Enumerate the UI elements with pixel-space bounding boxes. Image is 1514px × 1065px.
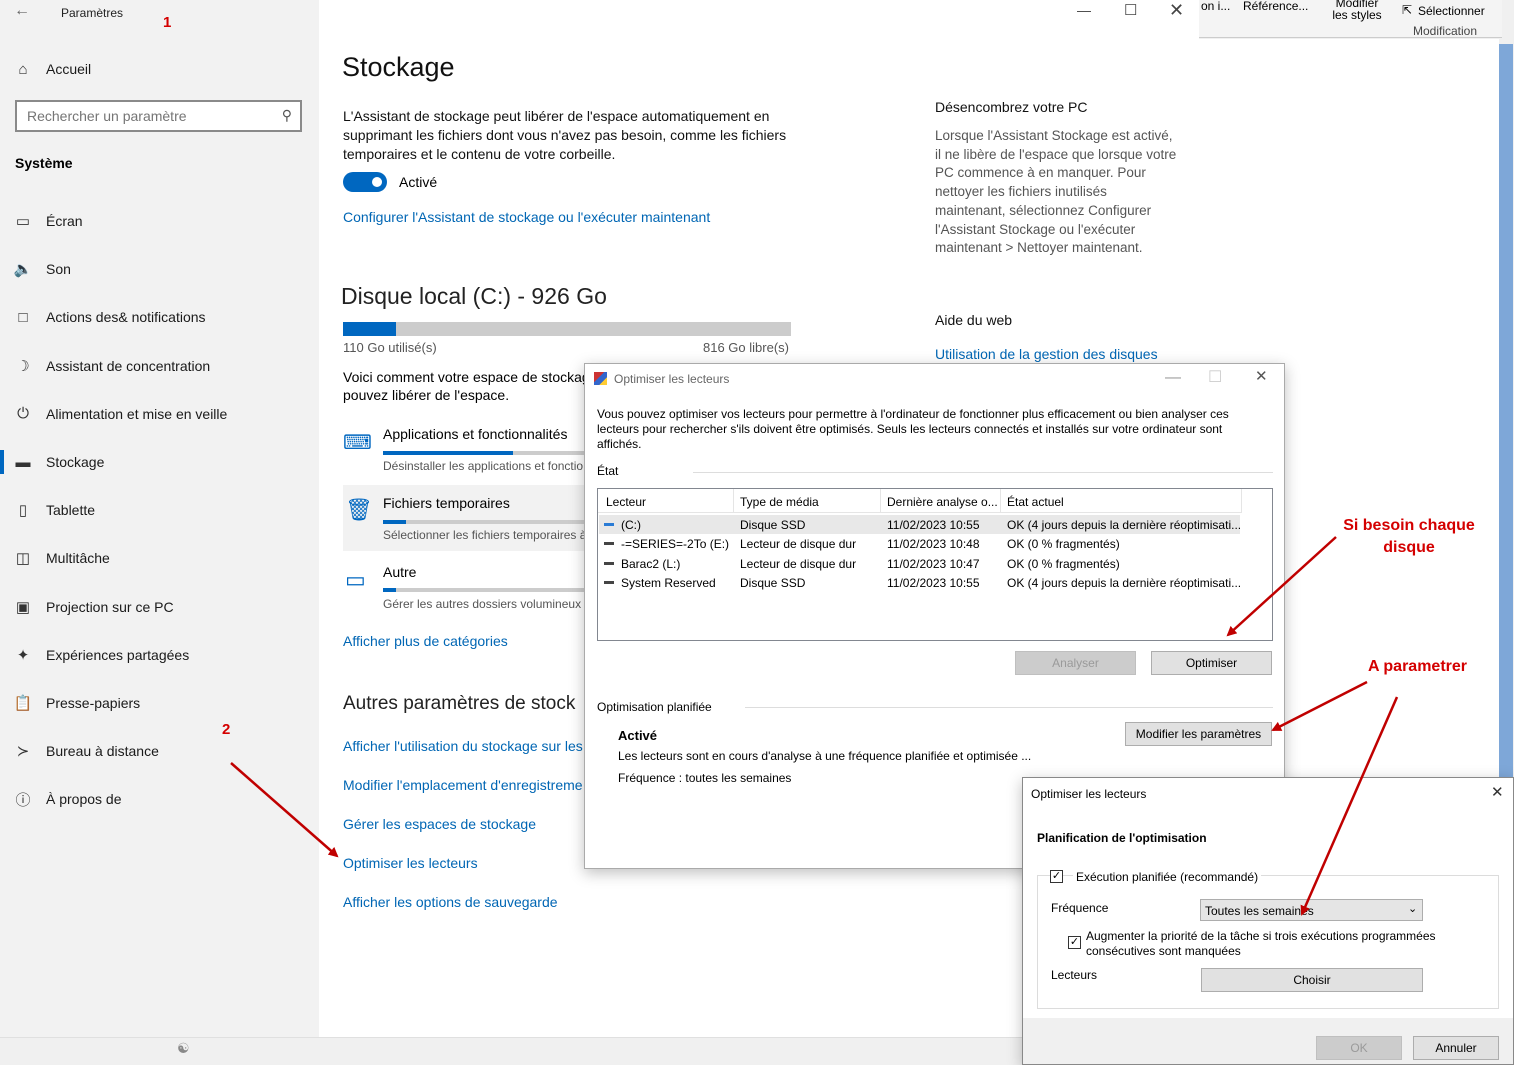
annotation-arrows [230,536,1399,916]
arrow-to-optimize-button [1226,536,1337,637]
arrow-to-modify-settings [1271,680,1368,732]
arrow-to-frequency [1300,696,1399,916]
arrow-to-optimize-link [230,762,339,858]
